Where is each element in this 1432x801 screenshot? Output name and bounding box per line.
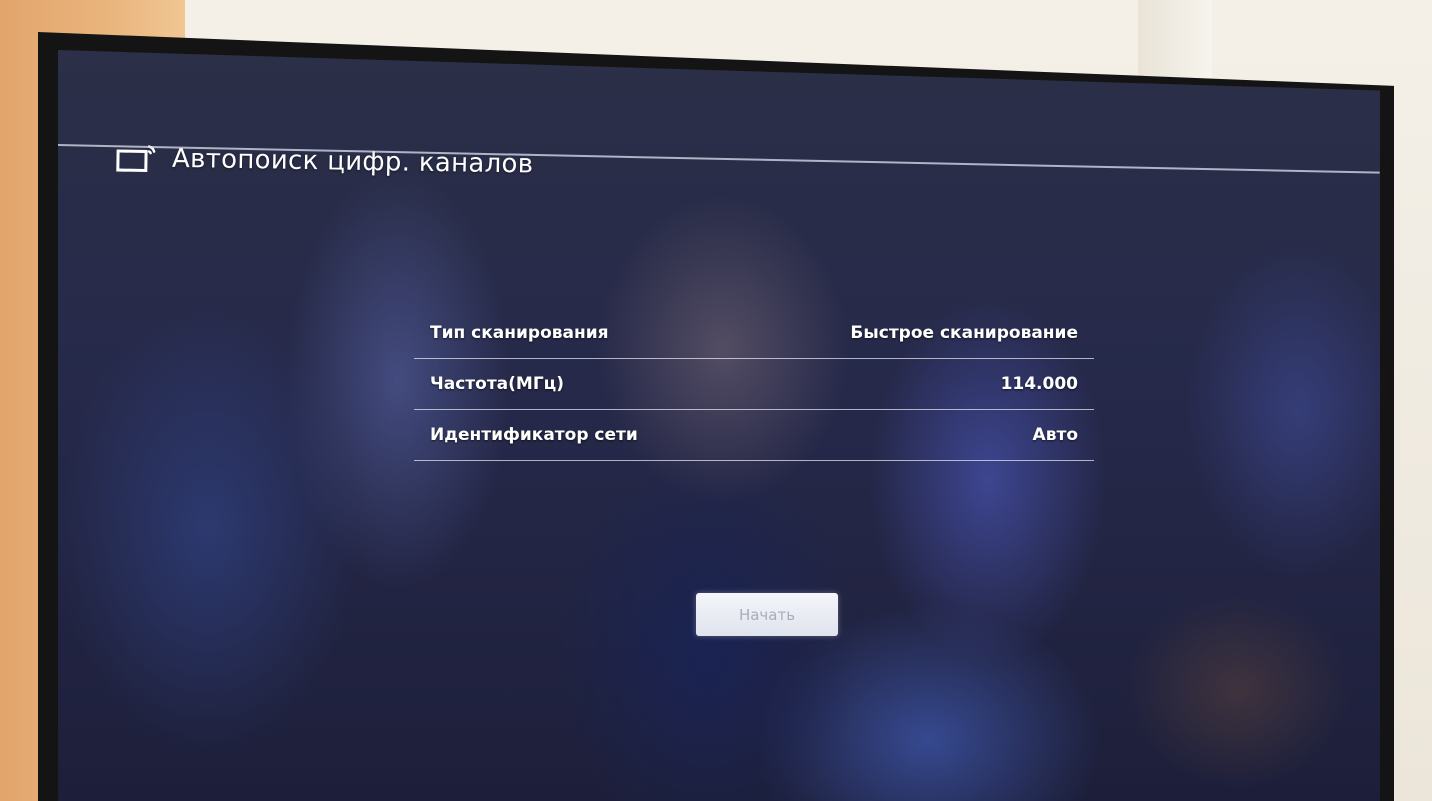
start-button[interactable]: Начать bbox=[696, 593, 838, 636]
setting-value: Авто bbox=[1032, 425, 1078, 445]
setting-scan-type[interactable]: Тип сканирования Быстрое сканирование bbox=[414, 308, 1094, 359]
setting-network-id[interactable]: Идентификатор сети Авто bbox=[414, 410, 1094, 461]
scan-settings-list: Тип сканирования Быстрое сканирование Ча… bbox=[414, 308, 1094, 461]
setting-label: Тип сканирования bbox=[430, 323, 609, 343]
setting-label: Идентификатор сети bbox=[430, 425, 638, 445]
setting-label: Частота(МГц) bbox=[430, 374, 565, 394]
tv-screen: Автопоиск цифр. каналов Тип сканирования… bbox=[58, 50, 1380, 801]
setting-frequency[interactable]: Частота(МГц) 114.000 bbox=[414, 359, 1094, 410]
setting-value: Быстрое сканирование bbox=[850, 323, 1078, 343]
setting-value: 114.000 bbox=[1000, 374, 1078, 394]
screen-header: Автопоиск цифр. каналов bbox=[116, 138, 534, 185]
